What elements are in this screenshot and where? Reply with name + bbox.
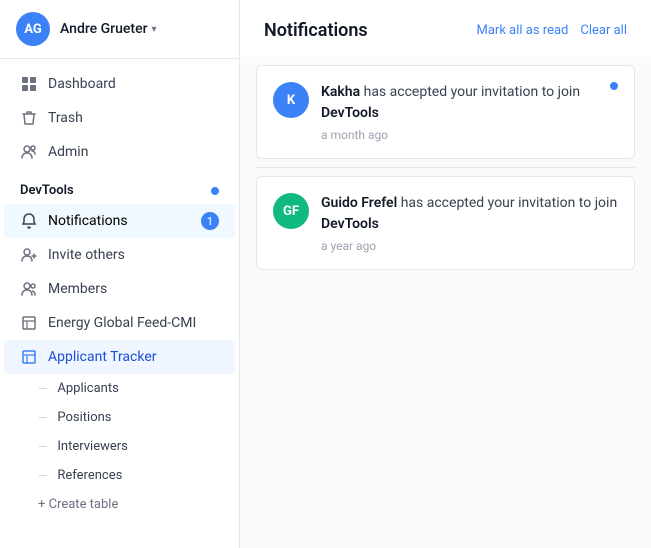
notif-target-1: DevTools <box>321 105 379 121</box>
notif-avatar-kakha: K <box>273 82 309 118</box>
sidebar-item-applicant-tracker[interactable]: Applicant Tracker <box>4 340 235 374</box>
sub-dash-icon: — <box>38 469 47 483</box>
unread-indicator <box>610 82 618 90</box>
sidebar-sub-item-interviewers[interactable]: — Interviewers <box>4 432 235 461</box>
sidebar-item-applicant-tracker-label: Applicant Tracker <box>48 349 157 365</box>
sidebar-item-notifications[interactable]: Notifications 1 <box>4 204 235 238</box>
sidebar-item-notifications-label: Notifications <box>48 213 128 229</box>
notifications-list: K Kakha has accepted your invitation to … <box>240 57 651 286</box>
sidebar-sub-item-references-label: References <box>57 468 122 483</box>
sidebar-navigation: Dashboard Trash Admin <box>0 59 239 177</box>
header-actions: Mark all as read Clear all <box>477 23 627 38</box>
page-title: Notifications <box>264 20 368 41</box>
mark-all-read-button[interactable]: Mark all as read <box>477 23 569 38</box>
tracker-icon <box>20 348 38 366</box>
notification-item[interactable]: K Kakha has accepted your invitation to … <box>256 65 635 159</box>
avatar: AG <box>16 12 50 46</box>
create-table-button[interactable]: + Create table <box>4 490 235 519</box>
notification-item[interactable]: GF Guido Frefel has accepted your invita… <box>256 176 635 270</box>
sidebar-sub-item-applicants-label: Applicants <box>57 381 118 396</box>
sidebar-item-members[interactable]: Members <box>4 272 235 306</box>
invite-icon <box>20 246 38 264</box>
workspace-section-header: DevTools <box>4 177 235 204</box>
members-icon <box>20 280 38 298</box>
sidebar-item-invite[interactable]: Invite others <box>4 238 235 272</box>
notif-action-2: has accepted your invitation to join <box>401 195 617 211</box>
sidebar-item-dashboard[interactable]: Dashboard <box>4 67 235 101</box>
admin-icon <box>20 143 38 161</box>
notif-sender-2: Guido Frefel <box>321 195 397 211</box>
sidebar-sub-item-interviewers-label: Interviewers <box>57 439 128 454</box>
notif-text-2: Guido Frefel has accepted your invitatio… <box>321 193 618 235</box>
sidebar-header[interactable]: AG Andre Grueter ▾ <box>0 0 239 59</box>
create-table-label: + Create table <box>38 497 118 512</box>
notif-body-2: Guido Frefel has accepted your invitatio… <box>321 193 618 253</box>
sidebar-item-dashboard-label: Dashboard <box>48 76 116 92</box>
sidebar-item-invite-label: Invite others <box>48 247 125 263</box>
notifications-badge: 1 <box>201 212 219 230</box>
sidebar-sub-item-references[interactable]: — References <box>4 461 235 490</box>
unread-dot-indicator <box>211 187 219 195</box>
user-name[interactable]: Andre Grueter ▾ <box>60 21 157 37</box>
clear-all-button[interactable]: Clear all <box>580 23 627 38</box>
divider <box>256 167 635 168</box>
workspace-title: DevTools <box>20 183 74 198</box>
notif-time-1: a month ago <box>321 128 618 142</box>
bell-icon <box>20 212 38 230</box>
sidebar-item-trash-label: Trash <box>48 110 83 126</box>
sub-dash-icon: — <box>38 411 47 425</box>
sidebar-item-admin-label: Admin <box>48 144 88 160</box>
sub-dash-icon: — <box>38 440 47 454</box>
sidebar-item-energy-label: Energy Global Feed-CMI <box>48 315 196 331</box>
main-content: Notifications Mark all as read Clear all… <box>240 0 651 548</box>
notif-time-2: a year ago <box>321 239 618 253</box>
chevron-down-icon: ▾ <box>152 24 157 35</box>
sidebar-sub-item-positions[interactable]: — Positions <box>4 403 235 432</box>
sidebar-item-trash[interactable]: Trash <box>4 101 235 135</box>
notif-sender-1: Kakha <box>321 84 360 100</box>
table-icon <box>20 314 38 332</box>
sidebar-sub-item-positions-label: Positions <box>57 410 111 425</box>
notif-avatar-guido: GF <box>273 193 309 229</box>
sidebar: AG Andre Grueter ▾ Dashboard <box>0 0 240 548</box>
notif-body-1: Kakha has accepted your invitation to jo… <box>321 82 618 142</box>
sidebar-item-energy[interactable]: Energy Global Feed-CMI <box>4 306 235 340</box>
sidebar-sub-item-applicants[interactable]: — Applicants <box>4 374 235 403</box>
sidebar-item-members-label: Members <box>48 281 107 297</box>
notif-action-1: has accepted your invitation to join <box>364 84 580 100</box>
notif-text-1: Kakha has accepted your invitation to jo… <box>321 82 618 124</box>
sidebar-item-admin[interactable]: Admin <box>4 135 235 169</box>
trash-icon <box>20 109 38 127</box>
dashboard-icon <box>20 75 38 93</box>
sub-dash-icon: — <box>38 382 47 396</box>
notifications-header: Notifications Mark all as read Clear all <box>240 0 651 57</box>
notif-target-2: DevTools <box>321 216 379 232</box>
